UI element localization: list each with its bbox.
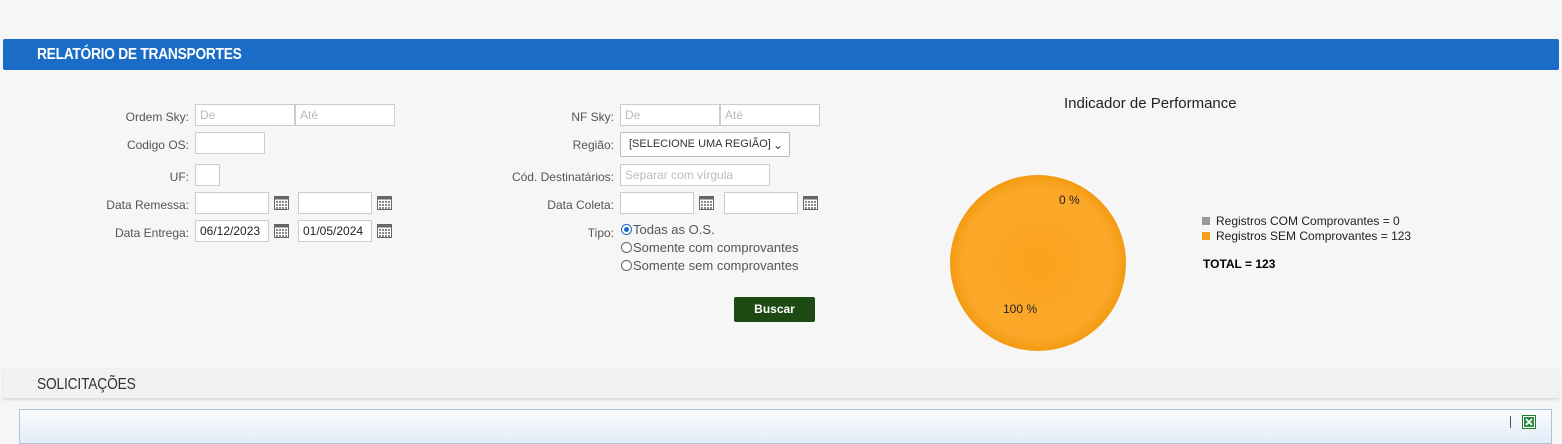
toolbar-separator — [1510, 416, 1511, 428]
data-entrega-label: Data Entrega: — [114, 226, 189, 240]
legend-swatch — [1202, 217, 1210, 225]
radio-selected[interactable] — [621, 224, 632, 235]
nf-sky-from-input[interactable] — [620, 104, 720, 126]
legend-item-sem: Registros SEM Comprovantes = 123 — [1202, 229, 1411, 243]
nf-sky-to-input[interactable] — [720, 104, 820, 126]
page-header: RELATÓRIO DE TRANSPORTES — [3, 39, 1559, 70]
calendar-icon[interactable] — [274, 196, 289, 210]
uf-label: UF: — [169, 170, 189, 184]
slice-label-com: 0 % — [1059, 193, 1080, 207]
section-header: SOLICITAÇÕES — [3, 368, 1559, 399]
performance-pie-chart: 0 % 100 % — [950, 175, 1126, 351]
slice-label-sem: 100 % — [1003, 302, 1037, 316]
calendar-icon[interactable] — [377, 196, 392, 210]
data-coleta-label: Data Coleta: — [547, 198, 614, 212]
section-title: SOLICITAÇÕES — [37, 376, 136, 393]
search-button[interactable]: Buscar — [734, 297, 815, 322]
data-remessa-from-input[interactable] — [195, 192, 269, 214]
legend-swatch — [1202, 232, 1210, 240]
data-coleta-from-input[interactable] — [620, 192, 694, 214]
codigo-os-input[interactable] — [195, 132, 265, 154]
cod-destinatarios-label: Cód. Destinatários: — [511, 170, 614, 184]
tipo-radio-sem[interactable]: Somente sem comprovantes — [621, 258, 798, 273]
calendar-icon[interactable] — [377, 224, 392, 238]
codigo-os-label: Codigo OS: — [126, 138, 189, 152]
radio-unselected[interactable] — [621, 260, 632, 271]
data-entrega-to-input[interactable] — [298, 220, 372, 242]
data-remessa-to-input[interactable] — [298, 192, 372, 214]
chevron-down-icon: ⌄ — [772, 138, 783, 152]
calendar-icon[interactable] — [699, 196, 714, 210]
calendar-icon[interactable] — [274, 224, 289, 238]
nf-sky-label: NF Sky: — [571, 110, 614, 124]
tipo-radio-com[interactable]: Somente com comprovantes — [621, 240, 798, 255]
uf-input[interactable] — [195, 164, 220, 186]
page-title: RELATÓRIO DE TRANSPORTES — [37, 46, 242, 63]
tipo-label: Tipo: — [587, 226, 614, 240]
regiao-label: Região: — [572, 138, 614, 152]
chart-title: Indicador de Performance — [1064, 95, 1237, 112]
cod-destinatarios-input[interactable] — [620, 164, 770, 186]
data-entrega-from-input[interactable] — [195, 220, 269, 242]
data-remessa-label: Data Remessa: — [106, 198, 189, 212]
calendar-icon[interactable] — [803, 196, 818, 210]
pie-slice-1 — [950, 175, 1126, 351]
ordem-sky-to-input[interactable] — [295, 104, 395, 126]
ordem-sky-from-input[interactable] — [195, 104, 295, 126]
regiao-select[interactable]: [SELECIONE UMA REGIÃO] ⌄ — [620, 132, 790, 157]
tipo-radio-todas[interactable]: Todas as O.S. — [621, 222, 715, 237]
total-label: TOTAL = 123 — [1203, 257, 1276, 271]
ordem-sky-label: Ordem Sky: — [125, 110, 189, 124]
legend-item-com: Registros COM Comprovantes = 0 — [1202, 214, 1400, 228]
data-coleta-to-input[interactable] — [724, 192, 798, 214]
radio-unselected[interactable] — [621, 242, 632, 253]
regiao-selected-value: [SELECIONE UMA REGIÃO] — [629, 138, 771, 150]
excel-export-icon[interactable] — [1522, 415, 1536, 429]
